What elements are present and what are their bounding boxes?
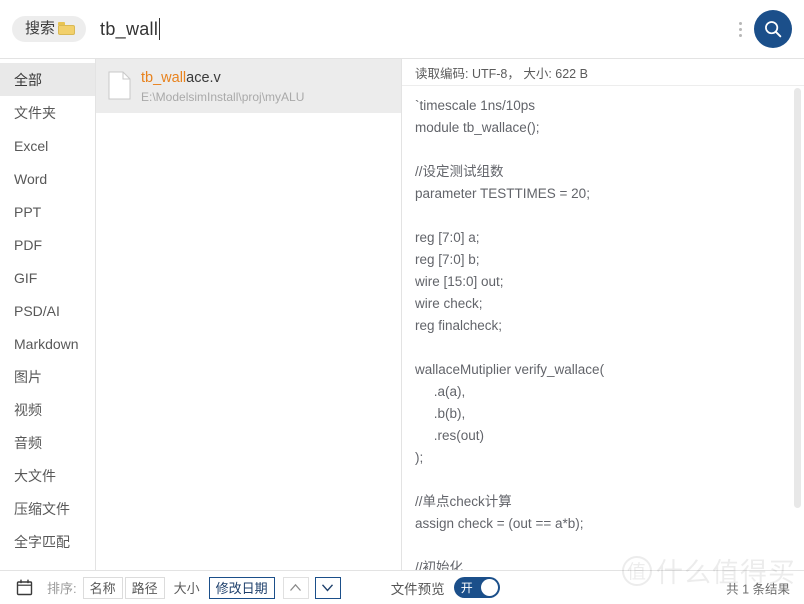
bottom-toolbar: 排序: 名称 路径 大小 修改日期 文件预览 开 共 1 条结果 bbox=[0, 570, 804, 604]
preview-line: reg [7:0] a; bbox=[415, 230, 480, 245]
calendar-icon[interactable] bbox=[16, 579, 33, 596]
sidebar-item-pdf[interactable]: PDF bbox=[0, 228, 95, 261]
preview-line bbox=[415, 535, 804, 557]
search-app-window: 搜索 全部 文件夹 Excel Word PPT PDF GIF bbox=[0, 0, 804, 604]
document-icon bbox=[108, 71, 131, 100]
preview-line bbox=[415, 205, 804, 227]
preview-line: reg finalcheck; bbox=[415, 318, 503, 333]
preview-toggle-group: 文件预览 开 bbox=[391, 577, 500, 598]
preview-toggle-state: 开 bbox=[460, 580, 473, 595]
preview-scrollbar[interactable] bbox=[794, 88, 801, 508]
sidebar-item-audio[interactable]: 音频 bbox=[0, 426, 95, 459]
preview-line: module tb_wallace(); bbox=[415, 120, 540, 135]
preview-line: `timescale 1ns/10ps bbox=[415, 98, 536, 113]
preview-line: wallaceMutiplier verify_wallace( bbox=[415, 362, 605, 377]
preview-text-content: `timescale 1ns/10ps module tb_wallace();… bbox=[402, 86, 804, 570]
sidebar-item-label: 全字匹配 bbox=[14, 533, 70, 550]
sidebar-item-archive[interactable]: 压缩文件 bbox=[0, 492, 95, 525]
chevron-down-icon bbox=[322, 584, 334, 592]
sidebar-item-label: PSD/AI bbox=[14, 302, 60, 319]
preview-line: wire [15:0] out; bbox=[415, 274, 504, 289]
sidebar-item-label: Word bbox=[14, 170, 48, 187]
sidebar-item-label: 图片 bbox=[14, 368, 42, 385]
preview-toggle-label: 文件预览 bbox=[390, 581, 445, 597]
preview-line: parameter TESTTIMES = 20; bbox=[415, 186, 590, 201]
search-scope-tag[interactable]: 搜索 bbox=[12, 16, 87, 42]
result-count: 共 1 条结果 bbox=[726, 582, 790, 596]
sort-by-path-button[interactable]: 路径 bbox=[124, 576, 165, 599]
preview-line: assign check = (out == a*b); bbox=[415, 516, 584, 531]
sidebar-item-ppt[interactable]: PPT bbox=[0, 195, 95, 228]
sidebar-item-label: 音频 bbox=[14, 434, 42, 451]
search-scope-label: 搜索 bbox=[25, 20, 56, 37]
sidebar-item-label: GIF bbox=[14, 269, 38, 286]
main-content: 全部 文件夹 Excel Word PPT PDF GIF PSD/AI Mar… bbox=[0, 59, 804, 570]
search-toolbar: 搜索 bbox=[0, 0, 804, 59]
sidebar-item-label: 文件夹 bbox=[14, 104, 56, 121]
preview-line: reg [7:0] b; bbox=[415, 252, 480, 267]
search-input[interactable] bbox=[100, 18, 161, 40]
preview-line: //单点check计算 bbox=[415, 494, 512, 509]
sidebar-item-all[interactable]: 全部 bbox=[0, 63, 95, 96]
sidebar-item-label: 视频 bbox=[14, 401, 42, 418]
sort-label: 排序: bbox=[47, 581, 77, 596]
sidebar-item-gif[interactable]: GIF bbox=[0, 261, 95, 294]
sort-ascending-button[interactable] bbox=[282, 576, 309, 599]
sidebar-item-label: PPT bbox=[14, 203, 42, 220]
sidebar-item-label: Excel bbox=[14, 137, 49, 154]
sidebar-item-image[interactable]: 图片 bbox=[0, 360, 95, 393]
preview-line: .a(a), bbox=[415, 384, 466, 399]
sidebar-item-exact-match[interactable]: 全字匹配 bbox=[0, 525, 95, 558]
sidebar-item-video[interactable]: 视频 bbox=[0, 393, 95, 426]
sidebar-item-folder[interactable]: 文件夹 bbox=[0, 96, 95, 129]
results-list: tb_wallace.v E:\ModelsimInstall\proj\myA… bbox=[96, 59, 402, 570]
result-file-name: tb_wallace.v bbox=[141, 70, 304, 87]
search-submit-button[interactable] bbox=[754, 10, 792, 48]
preview-line: //设定测试组数 bbox=[415, 164, 504, 179]
sort-by-size-button[interactable]: 大小 bbox=[167, 577, 207, 599]
sidebar-item-label: Markdown bbox=[14, 335, 79, 352]
preview-line: .res(out) bbox=[415, 428, 485, 443]
preview-line: ); bbox=[415, 450, 424, 465]
search-icon bbox=[765, 21, 782, 38]
sidebar-item-word[interactable]: Word bbox=[0, 162, 95, 195]
preview-line bbox=[415, 139, 804, 161]
preview-line bbox=[415, 469, 804, 491]
kebab-menu-icon[interactable] bbox=[732, 21, 748, 37]
sidebar-item-label: PDF bbox=[14, 236, 42, 253]
result-file-path: E:\ModelsimInstall\proj\myALU bbox=[141, 89, 305, 104]
sort-descending-button[interactable] bbox=[314, 576, 341, 599]
folder-icon bbox=[58, 22, 76, 35]
sidebar-item-label: 压缩文件 bbox=[14, 500, 70, 517]
preview-line: //初始化 bbox=[415, 560, 464, 570]
sidebar-item-label: 大文件 bbox=[14, 467, 56, 484]
file-preview-panel: 读取编码: UTF-8， 大小: 622 B `timescale 1ns/10… bbox=[402, 59, 804, 570]
preview-toggle-switch[interactable]: 开 bbox=[453, 577, 500, 598]
chevron-up-icon bbox=[290, 583, 302, 591]
sidebar-item-label: 全部 bbox=[14, 71, 42, 88]
preview-line bbox=[415, 337, 804, 359]
preview-line: wire check; bbox=[415, 296, 483, 311]
result-name-rest: ace.v bbox=[186, 70, 221, 86]
list-item[interactable]: tb_wallace.v E:\ModelsimInstall\proj\myA… bbox=[96, 59, 401, 114]
preview-meta: 读取编码: UTF-8， 大小: 622 B bbox=[402, 59, 804, 86]
sidebar-item-psd-ai[interactable]: PSD/AI bbox=[0, 294, 95, 327]
sidebar-item-markdown[interactable]: Markdown bbox=[0, 327, 95, 360]
sidebar-item-large-file[interactable]: 大文件 bbox=[0, 459, 95, 492]
sidebar-item-excel[interactable]: Excel bbox=[0, 129, 95, 162]
filter-sidebar: 全部 文件夹 Excel Word PPT PDF GIF PSD/AI Mar… bbox=[0, 59, 96, 570]
sort-by-modified-button[interactable]: 修改日期 bbox=[208, 576, 275, 599]
sort-button-group: 名称 路径 大小 修改日期 bbox=[82, 576, 341, 599]
result-name-match: tb_wall bbox=[141, 70, 187, 86]
preview-line: .b(b), bbox=[415, 406, 466, 421]
toggle-knob bbox=[480, 579, 498, 596]
text-caret bbox=[159, 18, 161, 40]
sort-by-name-button[interactable]: 名称 bbox=[82, 576, 123, 599]
